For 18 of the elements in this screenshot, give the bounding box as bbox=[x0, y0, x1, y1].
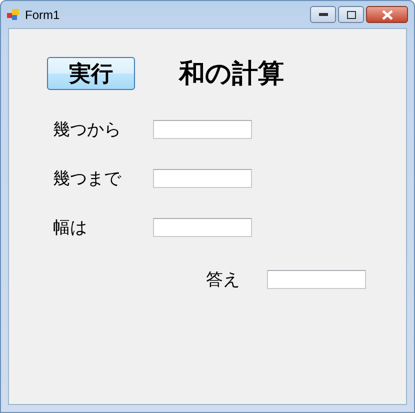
input-field[interactable] bbox=[153, 168, 252, 188]
close-button[interactable] bbox=[366, 6, 408, 23]
close-icon bbox=[382, 10, 392, 20]
minimize-button[interactable] bbox=[310, 6, 336, 23]
window-title: Form1 bbox=[25, 8, 61, 22]
heading: 和の計算 bbox=[179, 58, 284, 91]
field-label: 幾つから bbox=[53, 118, 122, 140]
input-field[interactable] bbox=[153, 120, 252, 138]
field-label: 幅は bbox=[53, 216, 88, 238]
field-label: 幾つまで bbox=[53, 168, 122, 190]
app-icon bbox=[7, 8, 20, 21]
maximize-button[interactable] bbox=[338, 6, 364, 23]
run-button[interactable]: 実行 bbox=[47, 57, 135, 90]
answer-label: 答え bbox=[206, 269, 240, 291]
maximize-icon bbox=[346, 10, 356, 18]
input-field[interactable] bbox=[153, 218, 252, 236]
minimize-icon bbox=[318, 12, 328, 16]
answer-field[interactable] bbox=[267, 270, 366, 289]
